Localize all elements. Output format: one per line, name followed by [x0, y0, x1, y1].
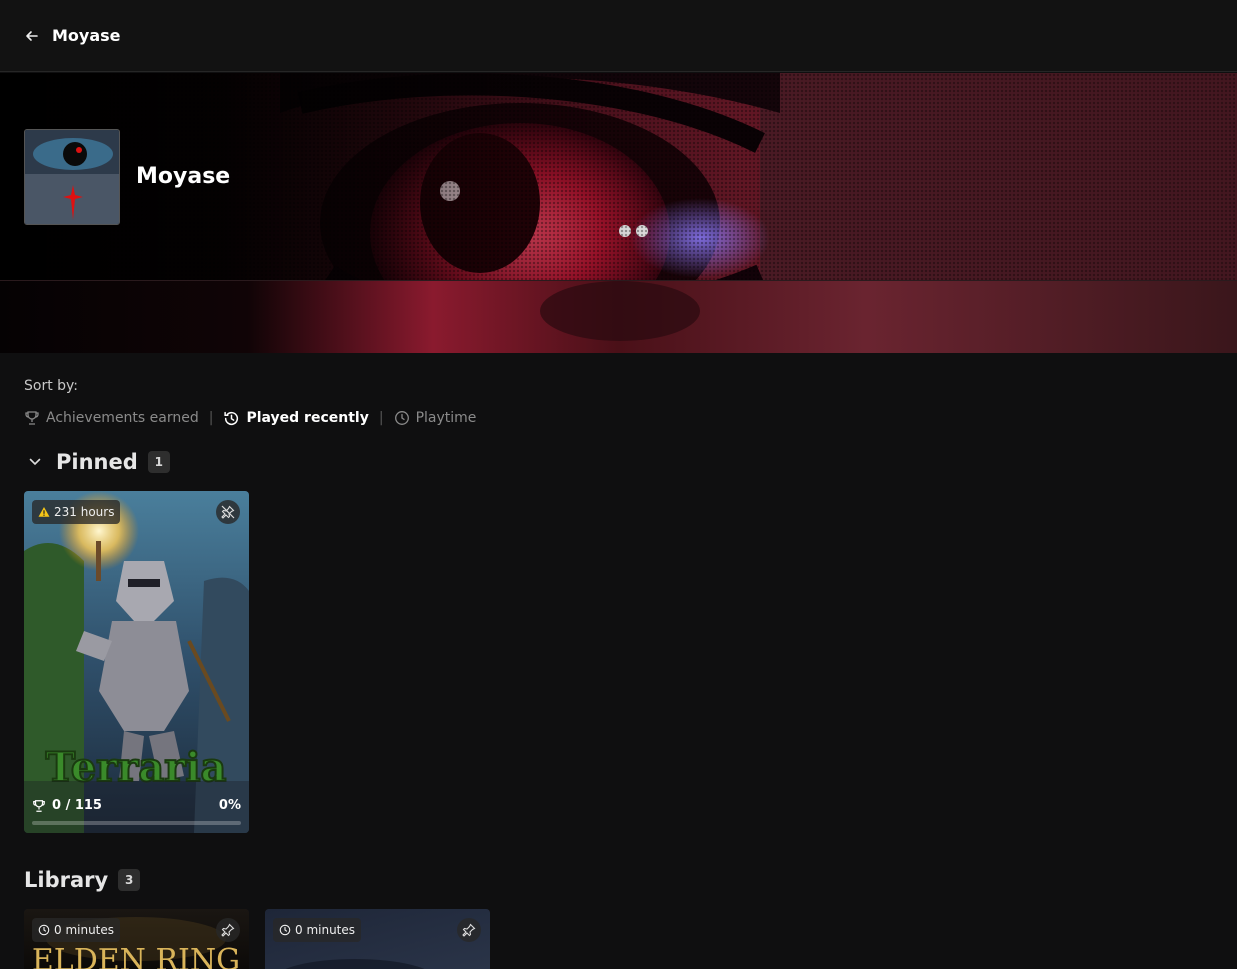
avatar [24, 129, 120, 225]
warning-icon [38, 507, 50, 517]
sort-played-recently[interactable]: Played recently [223, 410, 369, 427]
history-icon [224, 411, 239, 425]
playtime-badge: 231 hours [32, 500, 121, 524]
arrow-left-icon [26, 30, 38, 41]
sort-option-label: Achievements earned [46, 410, 199, 426]
sort-options: Achievements earned | Played recently | … [24, 407, 476, 429]
achievement-count: 0 / 115 [32, 798, 102, 813]
pin-icon [221, 923, 235, 937]
back-button[interactable] [22, 26, 42, 46]
chevron-down-icon [29, 458, 41, 466]
sort-achievements-earned[interactable]: Achievements earned [24, 410, 199, 426]
achievement-text: 0 / 115 [52, 798, 102, 813]
playtime-badge: 0 minutes [32, 918, 121, 942]
clock-icon [394, 411, 409, 425]
terraria-cover-art: Terraria [24, 491, 249, 833]
pin-off-icon [221, 505, 235, 519]
sort-playtime[interactable]: Playtime [394, 410, 477, 426]
clock-icon [38, 924, 50, 936]
collapse-pinned-button[interactable] [24, 451, 46, 473]
game-card-elden-ring[interactable]: ELDEN RING 0 minutes [24, 909, 249, 969]
pinned-title: Pinned [56, 450, 138, 474]
top-bar: Moyase [0, 0, 1237, 72]
achievement-progress-bar [32, 821, 241, 825]
library-title: Library [24, 868, 109, 892]
banner-band-image [0, 281, 1237, 353]
sort-label: Sort by: [24, 378, 79, 394]
sort-option-label: Playtime [415, 410, 477, 426]
profile-hero-banner: Moyase [0, 73, 1237, 281]
playtime-badge: 0 minutes [273, 918, 362, 942]
trophy-icon [25, 411, 39, 425]
game-card-terraria[interactable]: Terraria 231 hours 0 / 115 0% [24, 491, 249, 833]
sort-separator: | [208, 410, 214, 426]
trophy-icon [33, 799, 45, 812]
unpin-button[interactable] [216, 500, 240, 524]
banner-lower-band [0, 281, 1237, 353]
sort-option-label: Played recently [246, 410, 369, 426]
playtime-text: 231 hours [54, 505, 115, 519]
library-count-badge: 3 [118, 869, 141, 891]
pin-button[interactable] [457, 918, 481, 942]
playtime-text: 0 minutes [54, 923, 115, 937]
avatar-image [25, 130, 119, 224]
sort-separator: | [378, 410, 384, 426]
pin-icon [462, 923, 476, 937]
library-section-header: Library 3 [24, 868, 141, 892]
pinned-section-header: Pinned 1 [24, 450, 170, 474]
profile-name: Moyase [136, 164, 231, 189]
pin-button[interactable] [216, 918, 240, 942]
pinned-count-badge: 1 [147, 451, 170, 473]
page-title: Moyase [52, 26, 121, 45]
achievement-row: 0 / 115 0% [32, 798, 241, 813]
game-card-library-2[interactable]: 0 minutes [265, 909, 490, 969]
playtime-text: 0 minutes [295, 923, 356, 937]
clock-icon [279, 924, 291, 936]
elden-ring-logo-text: ELDEN RING [32, 943, 240, 969]
achievement-percent: 0% [218, 798, 241, 813]
